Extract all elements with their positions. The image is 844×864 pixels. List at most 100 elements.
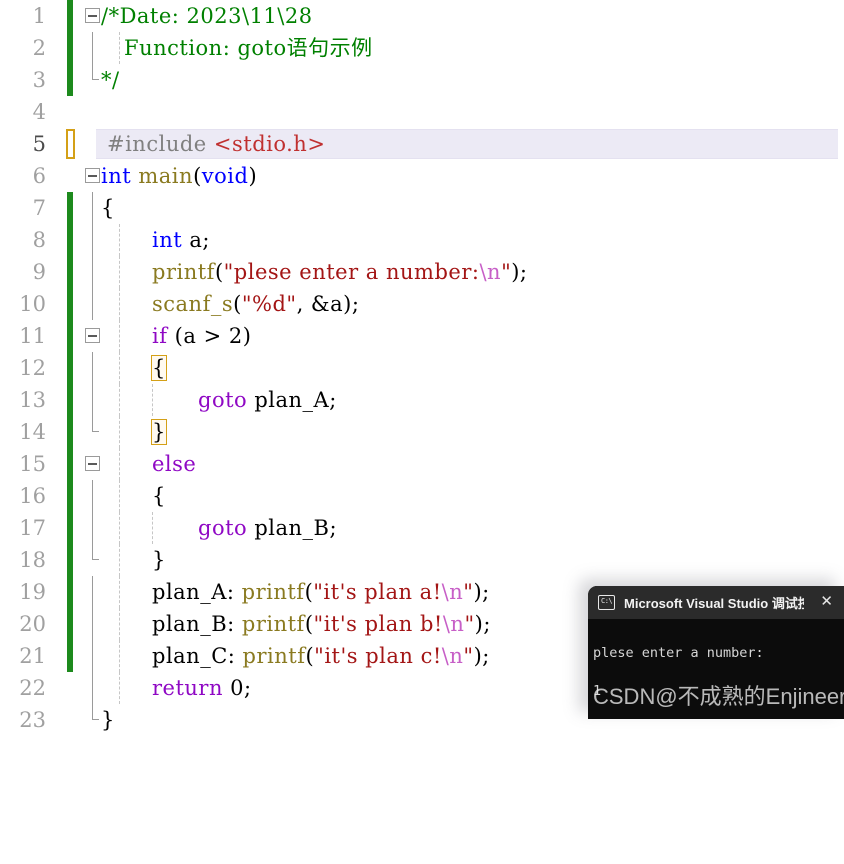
code-text: plan_C: printf("it's plan c!\n"); [152,640,490,672]
line-number: 4 [32,100,46,124]
change-bar-saved [67,288,73,320]
code-text: { [151,352,167,384]
include-header-token: <stdio.h> [213,132,326,156]
line-number: 5 [32,132,46,156]
function-token: printf [241,612,305,636]
outline-line [84,512,102,544]
code-line: 12 { [0,352,844,384]
change-bar-saved [67,0,73,32]
code-line: 6 int main(void) [0,160,844,192]
indent-guide [119,448,120,480]
line-number: 11 [19,324,46,348]
line-number: 20 [19,612,46,636]
punct-token: ( [305,644,315,668]
line-number: 16 [19,484,46,508]
outline-line [84,256,102,288]
change-bar-saved [67,64,73,96]
code-text: return 0; [152,672,252,704]
outline-marker[interactable] [84,0,102,32]
escape-token: \n [442,612,465,636]
indent-guide [119,32,120,64]
outline-line-end [84,64,102,96]
line-number: 21 [19,644,46,668]
outline-marker[interactable] [84,448,102,480]
line-number: 13 [19,388,46,412]
punct-token: ); [474,612,491,636]
change-bar-unsaved [66,129,75,159]
outline-line [84,608,102,640]
indent-guide [119,416,120,448]
code-line: 3 */ [0,64,844,96]
code-line: 11 if (a > 2) [0,320,844,352]
outline-marker[interactable] [84,320,102,352]
line-number: 1 [32,4,46,28]
code-line: 8 int a; [0,224,844,256]
punct-token: ); [511,260,528,284]
code-line: 10 scanf_s("%d", &a); [0,288,844,320]
code-text: plan_B: printf("it's plan b!\n"); [152,608,491,640]
cmd-icon-text: C:\ [601,597,613,605]
string-token: "it's plan b! [313,612,443,636]
preprocessor-token: #include [107,132,214,156]
outline-line-end [84,544,102,576]
code-line-current: 5 #include <stdio.h> [0,128,844,160]
change-bar-saved [67,416,73,448]
indent-guide [119,672,120,704]
code-text: int main(void) [101,160,257,192]
keyword-token: void [201,164,249,188]
code-text: else [152,448,196,480]
change-bar-saved [67,544,73,576]
string-token: " [463,644,474,668]
label-token: plan_A; [247,388,337,412]
outline-line [84,192,102,224]
line-number: 2 [32,36,46,60]
indent-guide [119,384,120,416]
console-output: plese enter a number: 1 it's plan b! it'… [588,619,844,719]
outline-line [84,480,102,512]
outline-line [84,352,102,384]
keyword-token: if [152,324,168,348]
line-number: 9 [32,260,46,284]
function-token: printf [242,644,306,668]
change-bar-saved [67,352,73,384]
change-bar-saved [67,608,73,640]
code-line: 15 else [0,448,844,480]
punct-token: ); [473,644,490,668]
function-token: scanf_s [152,292,234,316]
outline-line [84,576,102,608]
code-line: 2 Function: goto语句示例 [0,32,844,64]
brace-token: } [101,708,115,732]
keyword-token: goto [198,516,248,540]
debug-console-window[interactable]: C:\ Microsoft Visual Studio 调试控 ✕ plese … [588,586,844,719]
line-number: 23 [19,708,46,732]
string-token: "plese enter a number: [223,260,480,284]
string-token: " [464,612,475,636]
escape-token: \n [441,580,464,604]
code-line: 4 [0,96,844,128]
code-text: printf("plese enter a number:\n"); [152,256,528,288]
outline-line [84,384,102,416]
code-text: /*Date: 2023\11\28 [101,0,313,32]
label-token: plan_B; [247,516,338,540]
change-bar-saved [67,576,73,608]
change-bar-saved [67,480,73,512]
outline-line [84,32,102,64]
outline-marker[interactable] [84,160,102,192]
change-bar-saved [67,384,73,416]
matched-brace-token: } [151,419,167,445]
change-bar-saved [67,512,73,544]
code-text: Function: goto语句示例 [124,32,373,64]
code-text: scanf_s("%d", &a); [152,288,359,320]
outline-line [84,640,102,672]
indent-guide [119,256,120,288]
keyword-token: goto [198,388,248,412]
line-number: 10 [19,292,46,316]
keyword-token: int [101,164,132,188]
comment-token: Function: goto语句示例 [124,36,373,60]
line-number: 15 [19,452,46,476]
console-title-bar[interactable]: C:\ Microsoft Visual Studio 调试控 ✕ [588,586,844,619]
close-icon[interactable]: ✕ [820,594,833,609]
line-number: 19 [19,580,46,604]
line-number: 17 [19,516,46,540]
code-line: 14 } [0,416,844,448]
